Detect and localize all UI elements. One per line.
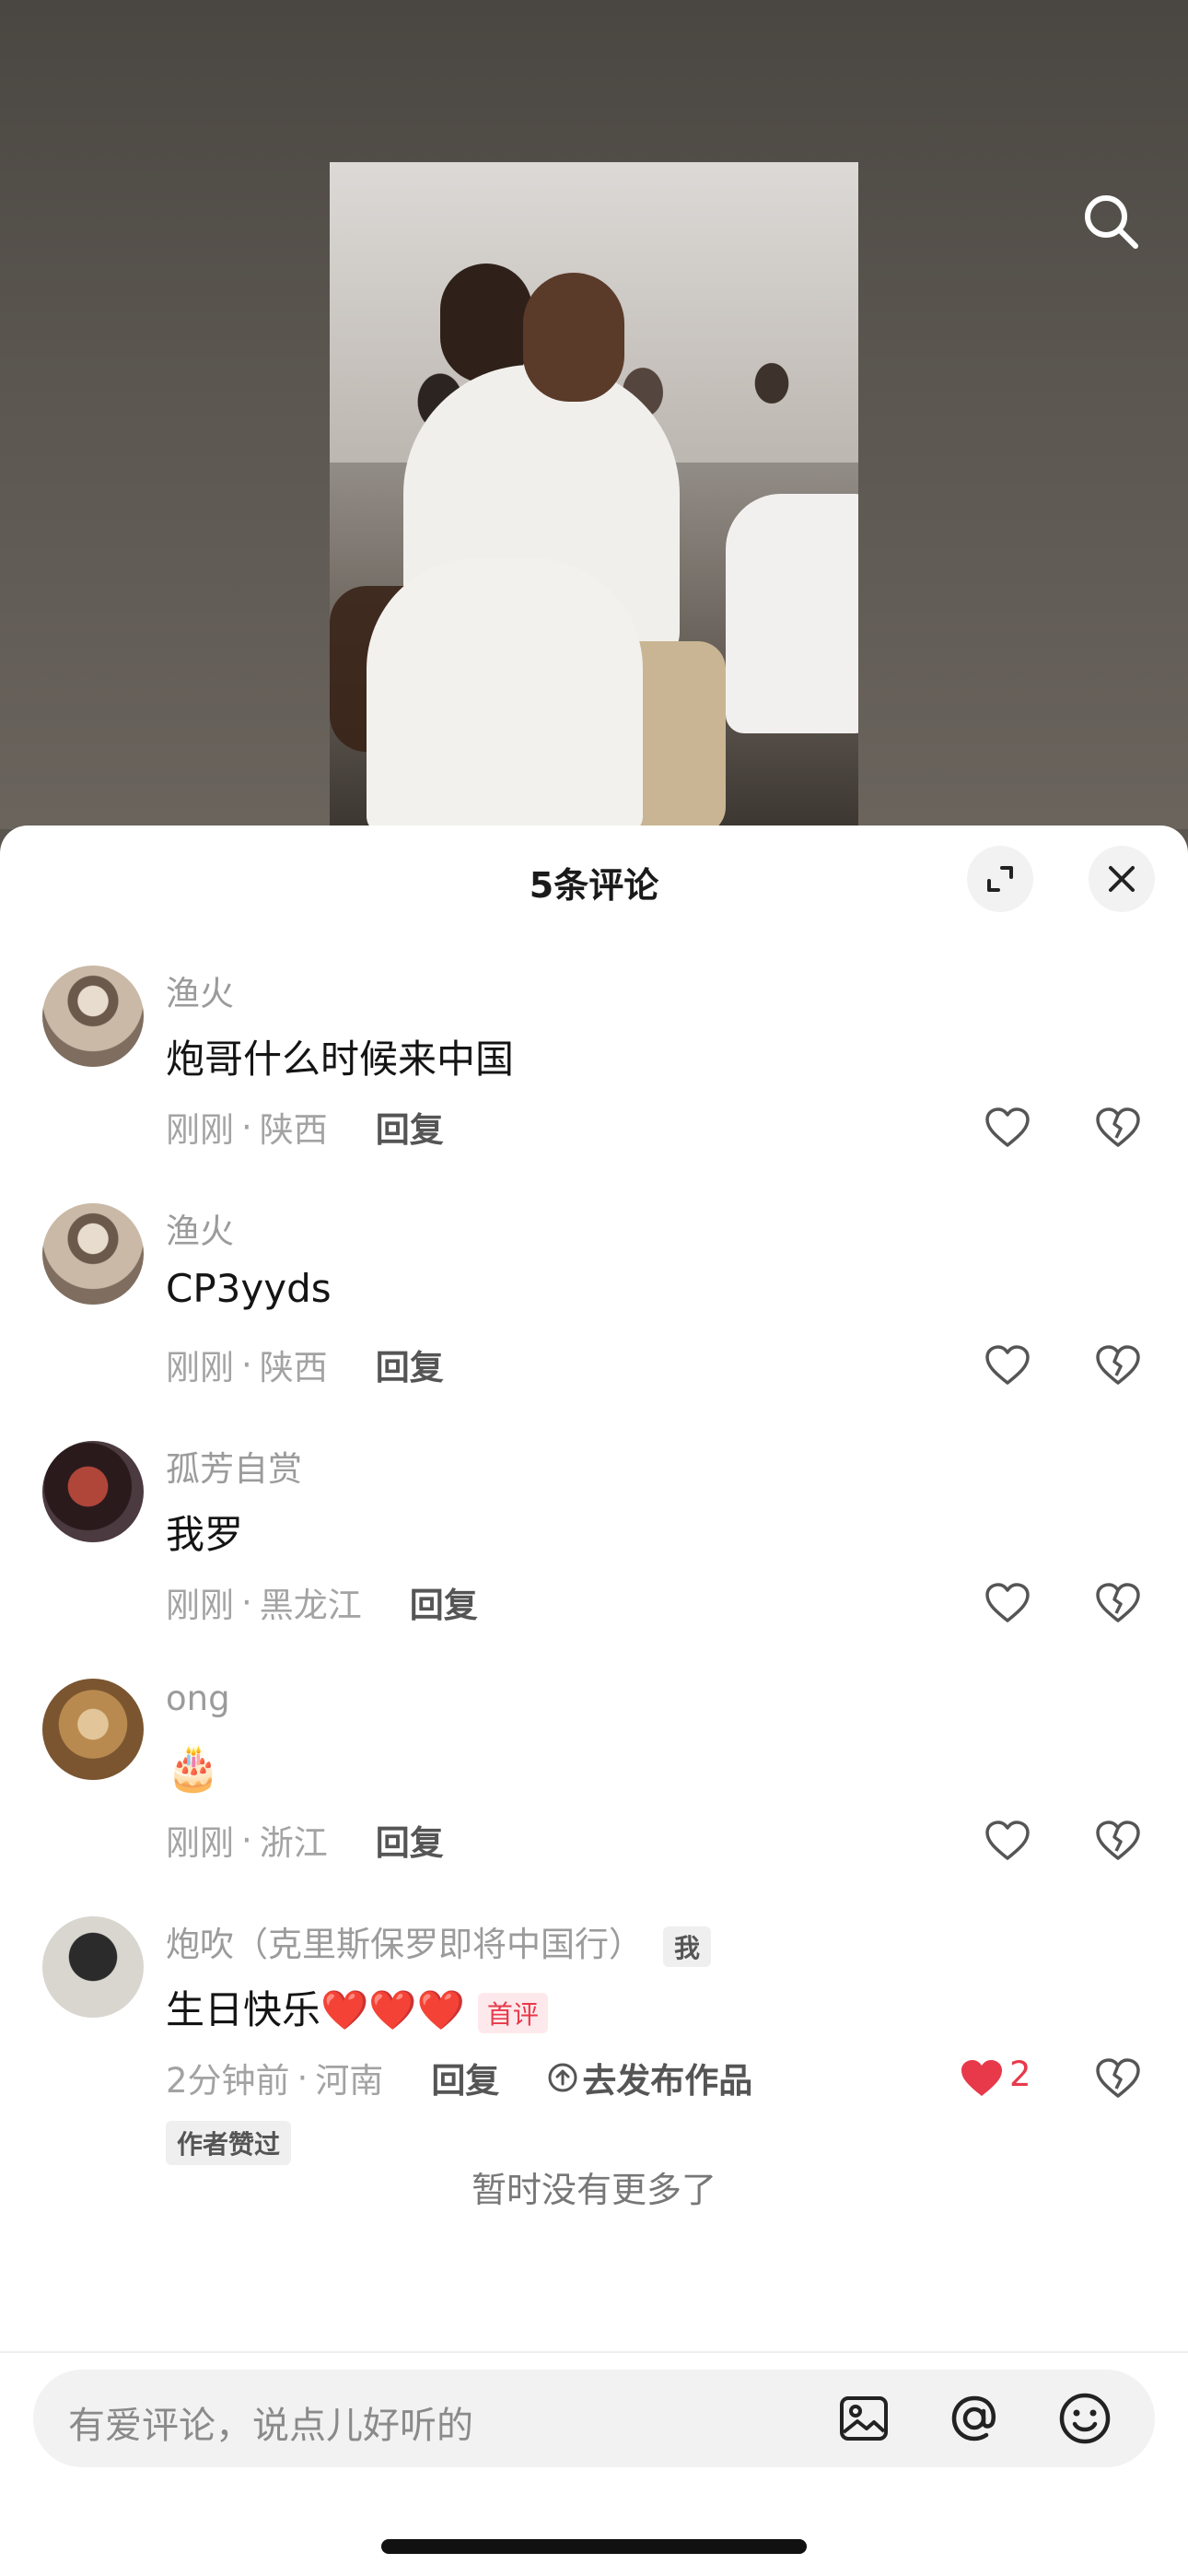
avatar[interactable]	[42, 1679, 144, 1780]
dislike-button[interactable]	[1090, 1575, 1146, 1631]
comment-username[interactable]: 炮吹（克里斯保罗即将中国行）	[166, 1925, 643, 1964]
comment-sheet: 5条评论 渔火 炮哥什么时候来中国 刚刚 · 陕西 回复 渔火 CP3yyds …	[0, 825, 1188, 2576]
post-photo[interactable]	[330, 162, 858, 829]
upload-circle-icon	[548, 2063, 577, 2092]
comment-meta: 刚刚 · 浙江 回复	[166, 1815, 444, 1865]
comment-username[interactable]: ong	[166, 1679, 230, 1718]
meta-separator: ·	[241, 1344, 252, 1385]
broken-heart-icon	[1096, 1821, 1140, 1860]
comment-username[interactable]: 孤芳自赏	[166, 1441, 302, 1491]
reply-button[interactable]: 回复	[431, 2053, 499, 2102]
mention-button[interactable]	[947, 2391, 1002, 2446]
like-button[interactable]	[980, 1100, 1035, 1155]
broken-heart-icon	[1096, 1583, 1140, 1622]
close-icon	[1109, 866, 1135, 892]
publish-work-label: 去发布作品	[582, 2061, 753, 2101]
smiley-icon	[1059, 2393, 1111, 2444]
comment-time: 刚刚	[166, 1823, 234, 1863]
divider	[0, 2351, 1188, 2353]
comment-time: 刚刚	[166, 1110, 234, 1150]
photo-player	[726, 494, 858, 733]
comment-username[interactable]: 渔火	[166, 966, 234, 1015]
comment-location: 陕西	[259, 1348, 328, 1388]
at-sign-icon	[951, 2395, 996, 2441]
like-button[interactable]	[980, 1575, 1035, 1631]
first-comment-badge: 首评	[477, 1992, 548, 2033]
emoji-button[interactable]	[1057, 2391, 1112, 2446]
comment-time: 刚刚	[166, 1586, 234, 1625]
publish-work-button[interactable]: 去发布作品	[547, 2053, 752, 2102]
avatar[interactable]	[42, 966, 144, 1067]
comment-time: 刚刚	[166, 1348, 234, 1388]
comment-text: 我罗	[166, 1512, 244, 1557]
meta-separator: ·	[297, 2057, 309, 2098]
image-button[interactable]	[836, 2391, 891, 2446]
reply-button[interactable]: 回复	[376, 1340, 444, 1389]
photo-head	[523, 273, 624, 402]
avatar[interactable]	[42, 1441, 144, 1542]
comment-text: CP3yyds	[166, 1266, 332, 1311]
avatar[interactable]	[42, 1916, 144, 2018]
reply-button[interactable]: 回复	[376, 1102, 444, 1152]
close-button[interactable]	[1089, 846, 1155, 912]
comment-text: 炮哥什么时候来中国	[166, 1036, 515, 1082]
sheet-header: 5条评论	[0, 825, 1188, 936]
like-count: 2	[1009, 2055, 1031, 2094]
dislike-button[interactable]	[1090, 1338, 1146, 1393]
like-button[interactable]	[980, 1338, 1035, 1393]
image-icon	[840, 2396, 888, 2441]
video-background[interactable]	[0, 0, 1188, 829]
photo-player	[367, 558, 643, 829]
comment-input-bar[interactable]: 有爱评论，说点儿好听的	[33, 2370, 1155, 2467]
comment-meta: 刚刚 · 黑龙江 回复	[166, 1577, 478, 1627]
like-button[interactable]	[980, 1813, 1035, 1868]
comment-input-placeholder[interactable]: 有爱评论，说点儿好听的	[68, 2395, 473, 2449]
comment-meta: 刚刚 · 陕西 回复	[166, 1102, 444, 1152]
me-badge: 我	[663, 1926, 712, 1967]
broken-heart-icon	[1096, 1345, 1140, 1385]
no-more-text: 暂时没有更多了	[471, 2170, 716, 2210]
reply-button[interactable]: 回复	[376, 1815, 444, 1865]
expand-button[interactable]	[967, 846, 1033, 912]
comment-text: 🎂	[166, 1742, 221, 1794]
dislike-button[interactable]	[1090, 1100, 1146, 1155]
heart-outline-icon	[985, 1345, 1030, 1385]
comment-time: 2分钟前	[166, 2061, 290, 2101]
search-button[interactable]	[1074, 184, 1147, 258]
reply-button[interactable]: 回复	[410, 1577, 478, 1627]
comment-text: 生日快乐❤️❤️❤️	[166, 1987, 465, 2032]
comment-meta: 刚刚 · 陕西 回复	[166, 1340, 444, 1389]
heart-outline-icon	[985, 1583, 1030, 1622]
dislike-button[interactable]	[1090, 2051, 1146, 2106]
comment-location: 河南	[315, 2061, 384, 2101]
comment-username-row: 炮吹（克里斯保罗即将中国行） 我	[166, 1916, 712, 1967]
comment-text-row: 生日快乐❤️❤️❤️ 首评	[166, 1979, 548, 2035]
expand-icon	[987, 866, 1013, 892]
dislike-button[interactable]	[1090, 1813, 1146, 1868]
avatar[interactable]	[42, 1203, 144, 1305]
comment-location: 黑龙江	[259, 1586, 362, 1625]
broken-heart-icon	[1096, 1107, 1140, 1147]
search-icon	[1085, 195, 1138, 249]
meta-separator: ·	[241, 1107, 252, 1147]
heart-outline-icon	[985, 1821, 1030, 1860]
heart-filled-icon	[961, 2060, 1002, 2096]
comment-location: 陕西	[259, 1110, 328, 1150]
comment-location: 浙江	[259, 1823, 328, 1863]
meta-separator: ·	[241, 1582, 252, 1622]
heart-outline-icon	[985, 1107, 1030, 1147]
home-indicator[interactable]	[381, 2539, 807, 2554]
like-button[interactable]	[954, 2051, 1009, 2106]
broken-heart-icon	[1096, 2058, 1140, 2098]
meta-separator: ·	[241, 1820, 252, 1860]
comment-username[interactable]: 渔火	[166, 1203, 234, 1253]
author-liked-badge: 作者赞过	[166, 2121, 292, 2165]
comment-meta: 2分钟前 · 河南 回复 去发布作品	[166, 2053, 752, 2102]
